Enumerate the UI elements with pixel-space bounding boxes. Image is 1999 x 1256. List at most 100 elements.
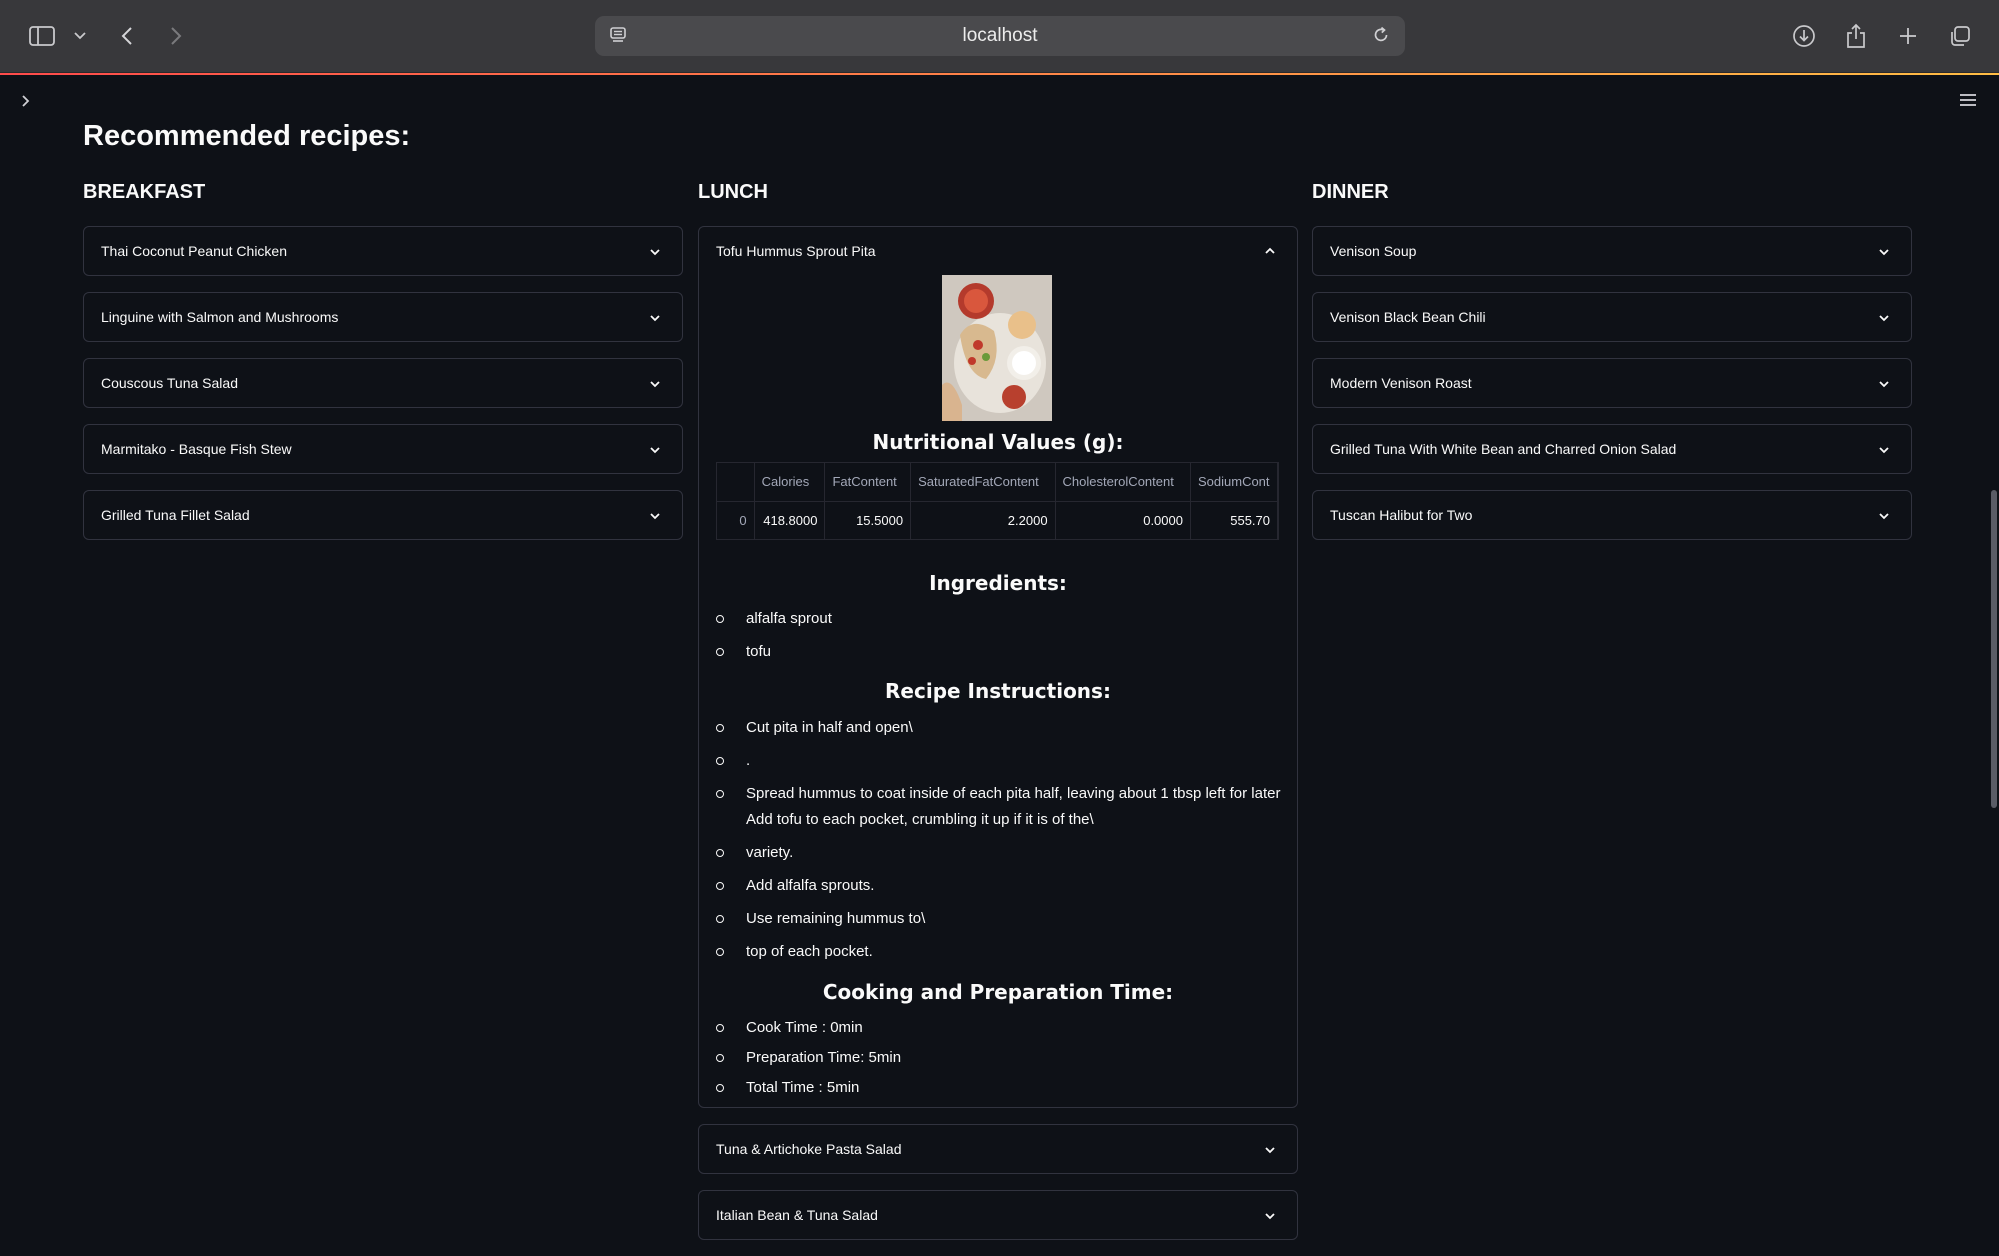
url-text: localhost bbox=[962, 25, 1038, 46]
address-bar[interactable]: localhost bbox=[595, 16, 1405, 56]
table-cell[interactable]: 2.2000 bbox=[910, 501, 1056, 539]
chevron-down-icon bbox=[1877, 509, 1891, 523]
dinner-column: DINNER Venison Soup Venison Black Bean C… bbox=[1312, 172, 1912, 556]
column-header[interactable]: SodiumCont bbox=[1190, 463, 1278, 502]
recipe-expander[interactable]: Modern Venison Roast bbox=[1312, 358, 1912, 408]
chevron-down-icon bbox=[648, 245, 662, 259]
time-list: Cook Time : 0min Preparation Time: 5min … bbox=[716, 1015, 1286, 1105]
lunch-heading: LUNCH bbox=[698, 181, 768, 203]
expand-sidebar-icon[interactable] bbox=[16, 91, 36, 111]
chevron-down-icon bbox=[1877, 443, 1891, 457]
recipe-name: Tofu Hummus Sprout Pita bbox=[716, 243, 876, 259]
recipe-name: Thai Coconut Peanut Chicken bbox=[101, 243, 287, 259]
recipe-name: Venison Soup bbox=[1330, 243, 1417, 259]
list-item: variety. bbox=[716, 840, 1286, 866]
recipe-name: Italian Bean & Tuna Salad bbox=[716, 1207, 878, 1223]
chevron-down-icon bbox=[648, 311, 662, 325]
recipe-expander[interactable]: Grilled Tuna With White Bean and Charred… bbox=[1312, 424, 1912, 474]
list-item: alfalfa sprout bbox=[716, 606, 1286, 632]
recipe-name: Tuna & Artichoke Pasta Salad bbox=[716, 1141, 902, 1157]
chevron-down-icon bbox=[1263, 1209, 1277, 1223]
list-item: Cut pita in half and open\ bbox=[716, 715, 1286, 741]
recipe-name: Modern Venison Roast bbox=[1330, 375, 1472, 391]
recipe-expander[interactable]: Italian Bean & Tuna Salad bbox=[698, 1190, 1298, 1240]
scrollbar-thumb[interactable] bbox=[1991, 490, 1997, 808]
column-header bbox=[717, 463, 755, 502]
expander-header[interactable]: Tofu Hummus Sprout Pita bbox=[699, 227, 1297, 275]
recipe-expander[interactable]: Venison Soup bbox=[1312, 226, 1912, 276]
nutrition-heading: Nutritional Values (g): bbox=[872, 430, 1124, 454]
table-cell[interactable]: 15.5000 bbox=[824, 501, 912, 539]
lunch-column: LUNCH Tofu Hummus Sprout Pita Nutritiona… bbox=[698, 172, 1298, 1256]
list-item: top of each pocket. bbox=[716, 939, 1286, 965]
column-header[interactable]: CholesterolContent bbox=[1055, 463, 1191, 502]
recipe-name: Marmitako - Basque Fish Stew bbox=[101, 441, 292, 457]
list-item: tofu bbox=[716, 639, 1286, 665]
recipe-expander[interactable]: Linguine with Salmon and Mushrooms bbox=[83, 292, 683, 342]
chevron-down-icon bbox=[1877, 311, 1891, 325]
chevron-down-icon bbox=[1263, 1143, 1277, 1157]
table-cell[interactable]: 0.0000 bbox=[1055, 501, 1191, 539]
time-heading: Cooking and Preparation Time: bbox=[822, 980, 1174, 1004]
column-header[interactable]: Calories bbox=[754, 463, 826, 502]
list-item: Add alfalfa sprouts. bbox=[716, 873, 1286, 899]
list-item: Use remaining hummus to\ bbox=[716, 906, 1286, 932]
main-menu-icon[interactable] bbox=[1957, 89, 1979, 111]
table-row: 0 418.8000 15.5000 2.2000 0.0000 555.70 bbox=[717, 501, 1278, 539]
recipe-expander[interactable]: Couscous Tuna Salad bbox=[83, 358, 683, 408]
breakfast-column: BREAKFAST Thai Coconut Peanut Chicken Li… bbox=[83, 172, 683, 556]
chevron-down-icon[interactable] bbox=[72, 18, 88, 54]
dinner-heading: DINNER bbox=[1312, 181, 1389, 203]
chevron-up-icon bbox=[1263, 244, 1277, 258]
table-cell[interactable]: 418.8000 bbox=[754, 501, 826, 539]
tab-overview-icon[interactable] bbox=[1946, 18, 1974, 54]
ingredients-list: alfalfa sprout tofu bbox=[716, 606, 1286, 672]
chevron-down-icon bbox=[1877, 377, 1891, 391]
chevron-down-icon bbox=[648, 443, 662, 457]
instructions-heading: Recipe Instructions: bbox=[885, 679, 1111, 703]
list-item: Total Time : 5min bbox=[716, 1075, 1286, 1101]
list-item: Spread hummus to coat inside of each pit… bbox=[716, 781, 1286, 833]
sidebar-toggle-icon[interactable] bbox=[27, 18, 57, 54]
list-item: Preparation Time: 5min bbox=[716, 1045, 1286, 1071]
list-item: Cook Time : 0min bbox=[716, 1015, 1286, 1041]
chevron-down-icon bbox=[1877, 245, 1891, 259]
download-icon[interactable] bbox=[1790, 18, 1818, 54]
recipe-name: Tuscan Halibut for Two bbox=[1330, 507, 1473, 523]
recipe-name: Couscous Tuna Salad bbox=[101, 375, 238, 391]
recipe-expander[interactable]: Marmitako - Basque Fish Stew bbox=[83, 424, 683, 474]
recipe-name: Linguine with Salmon and Mushrooms bbox=[101, 309, 339, 325]
list-item: . bbox=[716, 748, 1286, 774]
table-cell[interactable]: 555.70 bbox=[1190, 501, 1278, 539]
recipe-expander[interactable]: Thai Coconut Peanut Chicken bbox=[83, 226, 683, 276]
chevron-down-icon bbox=[648, 377, 662, 391]
recipe-expander[interactable]: Grilled Tuna Fillet Salad bbox=[83, 490, 683, 540]
recipe-name: Grilled Tuna With White Bean and Charred… bbox=[1330, 441, 1677, 457]
nutrition-table[interactable]: Calories FatContent SaturatedFatContent … bbox=[716, 462, 1279, 540]
recipe-expander[interactable]: Tuscan Halibut for Two bbox=[1312, 490, 1912, 540]
column-header[interactable]: FatContent bbox=[824, 463, 912, 502]
streamlit-app: Recommended recipes: BREAKFAST Thai Coco… bbox=[0, 75, 1999, 1250]
site-settings-icon[interactable] bbox=[609, 25, 629, 50]
recipe-name: Venison Black Bean Chili bbox=[1330, 309, 1486, 325]
page-title: Recommended recipes: bbox=[83, 120, 411, 152]
back-icon[interactable] bbox=[117, 18, 137, 54]
share-icon[interactable] bbox=[1842, 18, 1870, 54]
table-header-row: Calories FatContent SaturatedFatContent … bbox=[717, 463, 1278, 502]
forward-icon[interactable] bbox=[166, 18, 186, 54]
page-scrollbar[interactable] bbox=[1989, 75, 1999, 1250]
reload-icon[interactable] bbox=[1371, 25, 1391, 50]
browser-toolbar: localhost bbox=[0, 0, 1999, 73]
instructions-list: Cut pita in half and open\ . Spread humm… bbox=[716, 715, 1286, 972]
recipe-expander[interactable]: Venison Black Bean Chili bbox=[1312, 292, 1912, 342]
table-cell[interactable]: 0 bbox=[717, 501, 755, 539]
recipe-expander[interactable]: Tuna & Artichoke Pasta Salad bbox=[698, 1124, 1298, 1174]
recipe-name: Grilled Tuna Fillet Salad bbox=[101, 507, 250, 523]
new-tab-icon[interactable] bbox=[1894, 18, 1922, 54]
chevron-down-icon bbox=[648, 509, 662, 523]
column-header[interactable]: SaturatedFatContent bbox=[910, 463, 1056, 502]
breakfast-heading: BREAKFAST bbox=[83, 181, 206, 203]
recipe-expander-open: Tofu Hummus Sprout Pita Nutritional Valu… bbox=[698, 226, 1298, 1108]
ingredients-heading: Ingredients: bbox=[929, 571, 1067, 595]
recipe-image bbox=[942, 275, 1052, 421]
